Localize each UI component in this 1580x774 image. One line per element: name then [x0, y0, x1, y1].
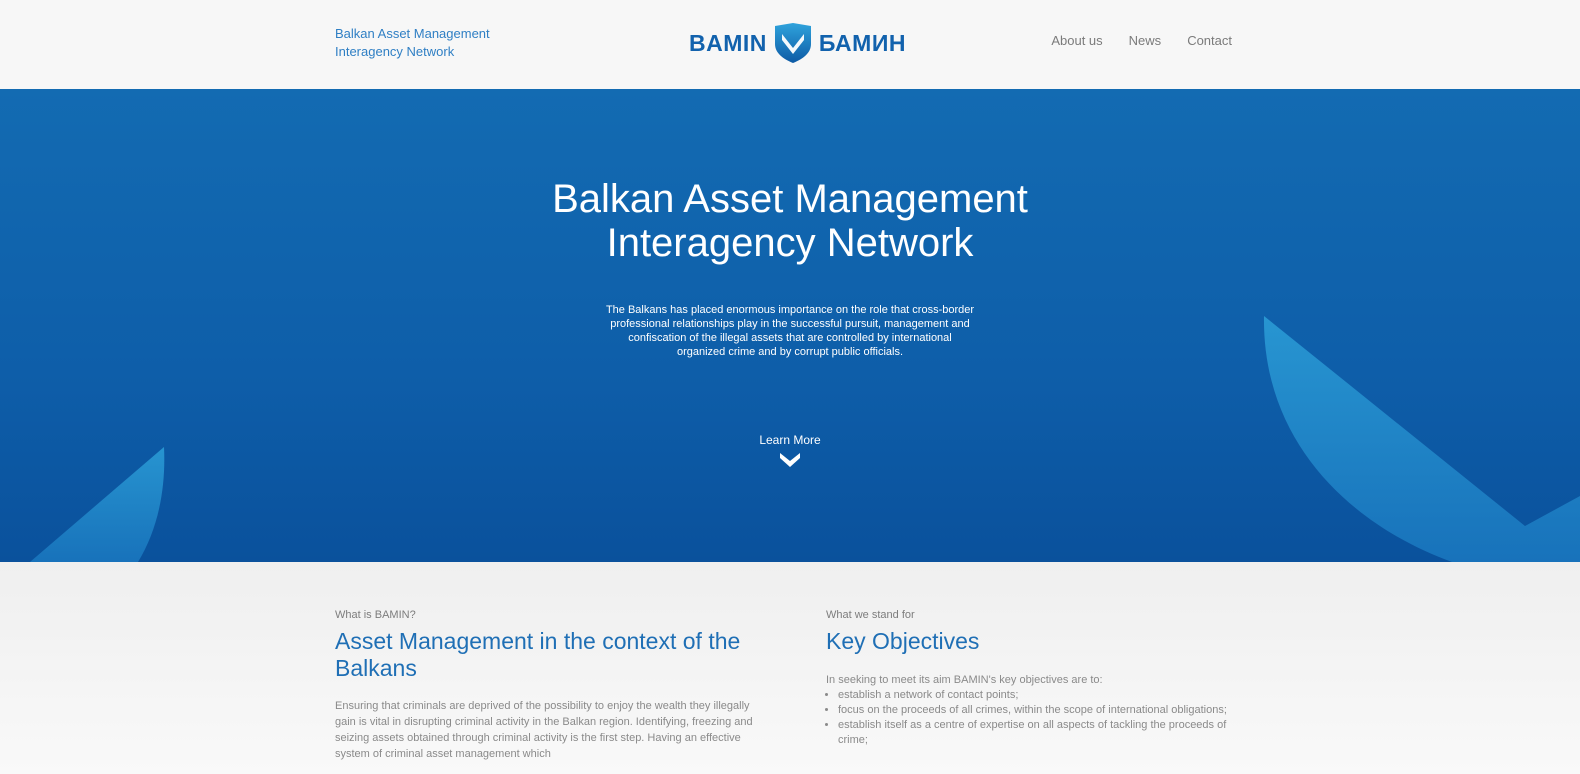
hero-title-line2: Interagency Network	[606, 221, 974, 265]
objectives-list: establish a network of contact points; f…	[826, 688, 1246, 748]
logo-latin: BAMIN	[689, 29, 767, 56]
chevron-down-icon	[780, 453, 800, 467]
hero-title: Balkan Asset Management Interagency Netw…	[440, 177, 1140, 265]
list-item: establish itself as a centre of expertis…	[838, 718, 1246, 748]
about-title: Asset Management in the context of the B…	[335, 628, 741, 681]
nav-contact[interactable]: Contact	[1187, 33, 1232, 48]
hero-banner: Balkan Asset Management Interagency Netw…	[0, 89, 1580, 562]
objectives-column: What we stand for Key Objectives In seek…	[826, 608, 1246, 748]
about-body: Ensuring that criminals are deprived of …	[335, 700, 753, 760]
shield-check-icon	[774, 23, 811, 63]
list-item: focus on the proceeds of all crimes, wit…	[838, 703, 1246, 718]
objectives-eyebrow: What we stand for	[826, 609, 915, 621]
objectives-intro: In seeking to meet its aim BAMIN's key o…	[826, 674, 1103, 686]
about-column: What is BAMIN? Asset Management in the c…	[335, 608, 755, 762]
objectives-title: Key Objectives	[826, 628, 980, 654]
nav-about-us[interactable]: About us	[1051, 33, 1102, 48]
learn-more-button[interactable]: Learn More	[740, 432, 840, 468]
logo-cyrillic: БАМИН	[818, 29, 906, 56]
hero-title-line1: Balkan Asset Management	[552, 177, 1028, 221]
hero-description: The Balkans has placed enormous importan…	[605, 304, 975, 358]
site-header: Balkan Asset Management Interagency Netw…	[0, 0, 1580, 89]
brand-text-line2: Interagency Network	[335, 44, 455, 59]
site-logo[interactable]: BAMIN БАМИН	[689, 22, 906, 64]
nav-news[interactable]: News	[1129, 33, 1162, 48]
list-item: establish a network of contact points;	[838, 688, 1246, 703]
brand-text-line1: Balkan Asset Management	[335, 26, 490, 41]
learn-more-label: Learn More	[759, 433, 821, 447]
about-eyebrow: What is BAMIN?	[335, 609, 416, 621]
content-section: What is BAMIN? Asset Management in the c…	[0, 562, 1580, 774]
main-nav: About us News Contact	[1051, 33, 1232, 48]
brand-text[interactable]: Balkan Asset Management Interagency Netw…	[335, 25, 535, 61]
